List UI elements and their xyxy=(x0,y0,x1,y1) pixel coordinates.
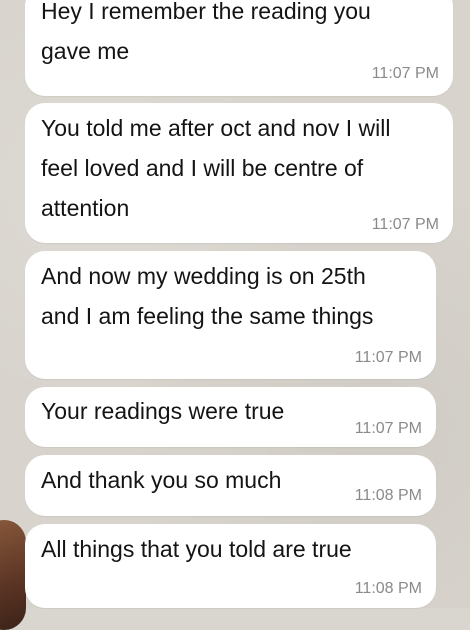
message-text: You told me after oct and nov I will fee… xyxy=(41,115,391,221)
message-text: All things that you told are true xyxy=(41,536,352,562)
message-bubble[interactable]: You told me after oct and nov I will fee… xyxy=(25,103,453,243)
message-bubble[interactable]: And thank you so much 11:08 PM xyxy=(25,455,436,516)
message-bubble[interactable]: All things that you told are true 11:08 … xyxy=(25,524,436,608)
message-text: Hey I remember the reading you gave me xyxy=(41,0,371,64)
message-text: Your readings were true xyxy=(41,398,285,424)
message-bubble[interactable]: Your readings were true 11:07 PM xyxy=(25,387,436,447)
avatar xyxy=(0,520,26,630)
message-timestamp: 11:08 PM xyxy=(354,487,422,504)
message-timestamp: 11:07 PM xyxy=(371,65,439,82)
message-bubble[interactable]: Hey I remember the reading you gave me 1… xyxy=(25,0,453,96)
message-timestamp: 11:07 PM xyxy=(371,216,439,233)
message-timestamp: 11:07 PM xyxy=(354,420,422,437)
message-timestamp: 11:07 PM xyxy=(354,349,422,366)
message-timestamp: 11:08 PM xyxy=(354,580,422,597)
message-bubble[interactable]: And now my wedding is on 25th and I am f… xyxy=(25,251,436,379)
message-text: And thank you so much xyxy=(41,467,282,493)
message-text: And now my wedding is on 25th and I am f… xyxy=(41,263,374,329)
